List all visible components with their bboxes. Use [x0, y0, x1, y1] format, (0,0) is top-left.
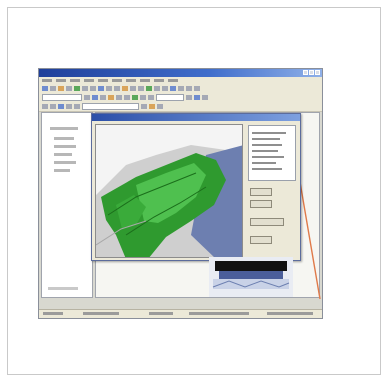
dialog-button-1[interactable] [250, 188, 272, 196]
dialog-button-3[interactable] [250, 218, 284, 226]
terrain-map-view[interactable] [95, 124, 243, 258]
dialog-titlebar [92, 114, 300, 121]
app-screenshot [38, 68, 323, 319]
terrain-render [96, 125, 242, 257]
dialog-button-2[interactable] [250, 200, 272, 208]
status-bar [39, 309, 322, 318]
layer-list[interactable] [248, 125, 296, 181]
3d-view-dialog[interactable] [91, 113, 301, 261]
dialog-button-4[interactable] [250, 236, 272, 244]
preview-map-strip [209, 257, 293, 297]
